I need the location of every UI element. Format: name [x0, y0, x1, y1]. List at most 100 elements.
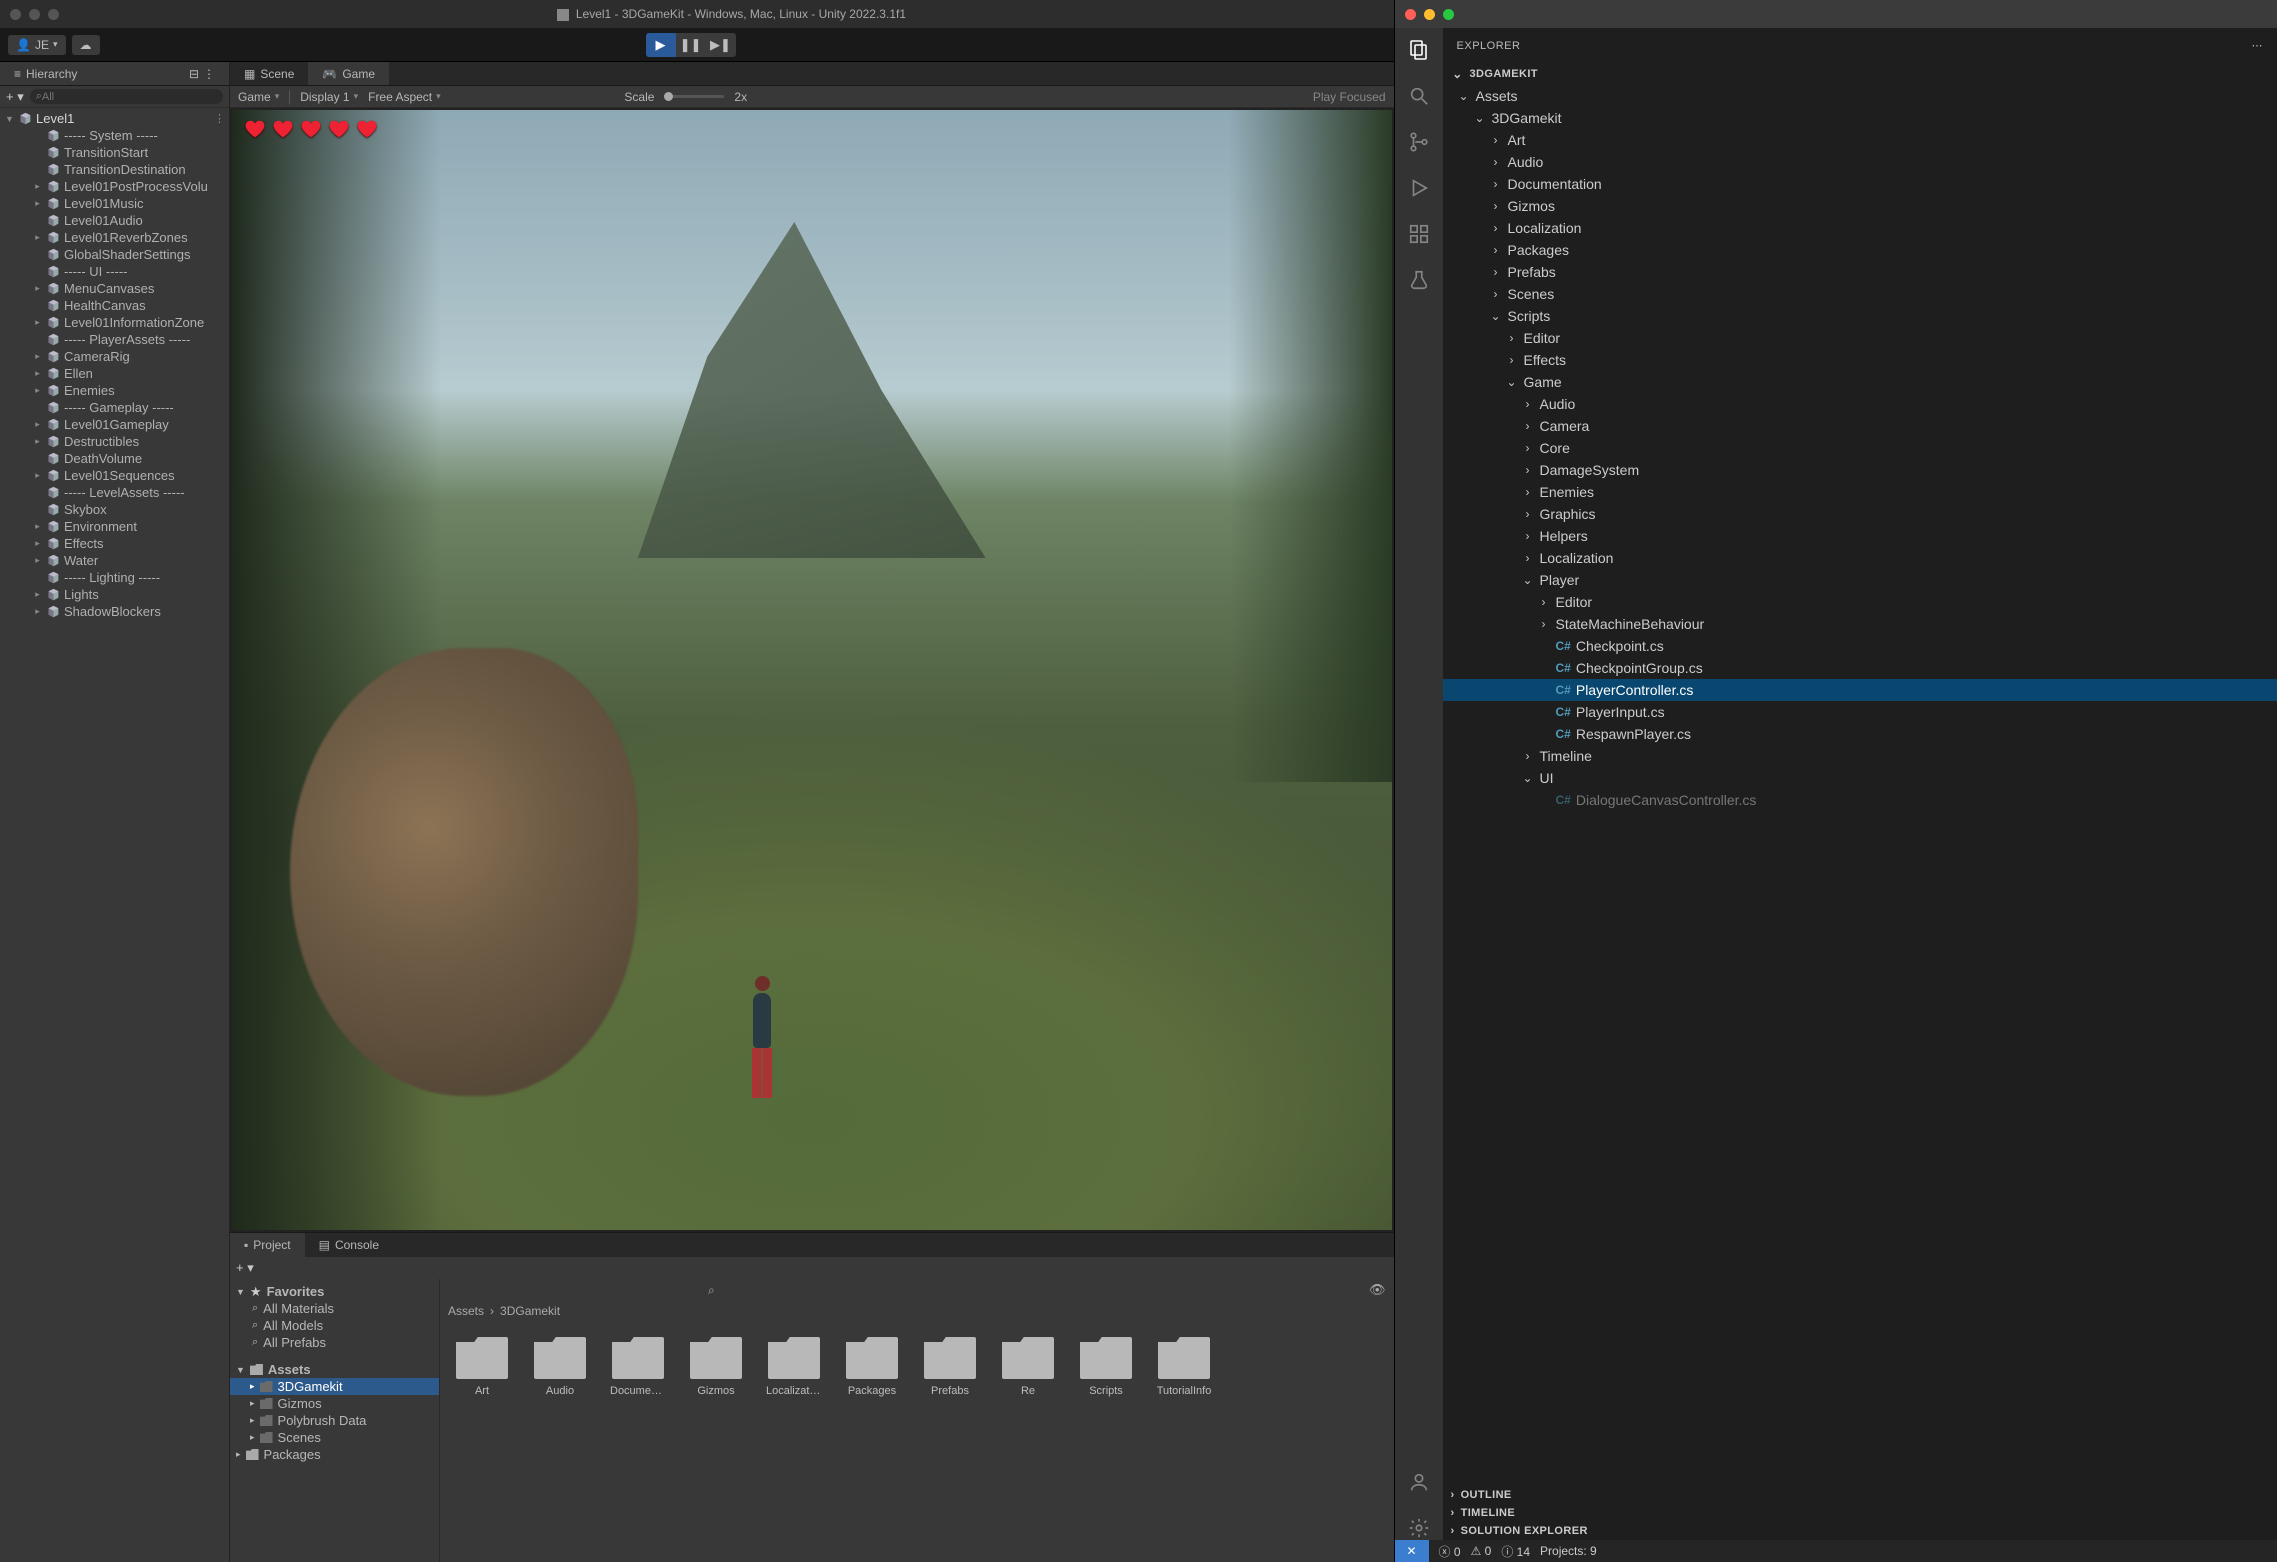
hierarchy-item[interactable]: ----- Gameplay -----: [0, 399, 229, 416]
search-icon[interactable]: ⌕: [708, 1283, 715, 1298]
hierarchy-item[interactable]: ----- UI -----: [0, 263, 229, 280]
hierarchy-item[interactable]: GlobalShaderSettings: [0, 246, 229, 263]
hierarchy-item[interactable]: Skybox: [0, 501, 229, 518]
project-folder[interactable]: Localization: [766, 1337, 822, 1397]
hierarchy-item[interactable]: ▸Level01ReverbZones: [0, 229, 229, 246]
hierarchy-item[interactable]: ----- PlayerAssets -----: [0, 331, 229, 348]
explorer-tree-item[interactable]: ›Packages: [1443, 239, 2277, 261]
project-folder[interactable]: Packages: [844, 1337, 900, 1397]
close-dot[interactable]: [1405, 9, 1416, 20]
more-icon[interactable]: ⋯: [2252, 39, 2264, 52]
explorer-tree-item[interactable]: ›Effects: [1443, 349, 2277, 371]
hierarchy-collapse-icon[interactable]: ⊟: [189, 67, 199, 81]
game-tab[interactable]: 🎮Game: [308, 62, 389, 85]
outline-section[interactable]: ›OUTLINE: [1443, 1486, 2277, 1504]
account-icon[interactable]: [1407, 1470, 1431, 1494]
explorer-tree-item[interactable]: C#RespawnPlayer.cs: [1443, 723, 2277, 745]
explorer-tree-item[interactable]: ›Localization: [1443, 217, 2277, 239]
explorer-root[interactable]: ⌄3DGAMEKIT: [1443, 63, 2277, 85]
project-folder[interactable]: Audio: [532, 1337, 588, 1397]
hierarchy-item[interactable]: ▸ShadowBlockers: [0, 603, 229, 620]
hierarchy-item[interactable]: HealthCanvas: [0, 297, 229, 314]
hierarchy-item[interactable]: ▸CameraRig: [0, 348, 229, 365]
info-count[interactable]: ⓘ 14: [1501, 1543, 1530, 1560]
project-folder[interactable]: Gizmos: [688, 1337, 744, 1397]
favorite-item[interactable]: ⌕All Models: [230, 1317, 439, 1334]
minimize-dot[interactable]: [1424, 9, 1435, 20]
breadcrumb[interactable]: Assets›3DGamekit: [440, 1301, 1394, 1321]
explorer-tree-item[interactable]: ›Camera: [1443, 415, 2277, 437]
zoom-dot[interactable]: [1443, 9, 1454, 20]
cloud-button[interactable]: ☁: [72, 35, 100, 55]
explorer-tree-item[interactable]: ⌄Game: [1443, 371, 2277, 393]
explorer-tree-item[interactable]: ›Prefabs: [1443, 261, 2277, 283]
hierarchy-item[interactable]: ▸MenuCanvases: [0, 280, 229, 297]
assets-tree-item[interactable]: ▸3DGamekit: [230, 1378, 439, 1395]
minimize-dot[interactable]: [29, 9, 40, 20]
assets-tree-item[interactable]: ▸Scenes: [230, 1429, 439, 1446]
explorer-tree-item[interactable]: ›Audio: [1443, 151, 2277, 173]
game-viewport[interactable]: [230, 108, 1394, 1232]
hierarchy-tab[interactable]: ≡ Hierarchy ⊟ ⋮: [0, 62, 229, 85]
hierarchy-item[interactable]: ----- LevelAssets -----: [0, 484, 229, 501]
explorer-tree-item[interactable]: ›Editor: [1443, 327, 2277, 349]
explorer-tree-item[interactable]: C#CheckpointGroup.cs: [1443, 657, 2277, 679]
project-add-button[interactable]: + ▾: [236, 1260, 254, 1276]
explorer-tree-item[interactable]: C#PlayerInput.cs: [1443, 701, 2277, 723]
explorer-tree-item[interactable]: ›DamageSystem: [1443, 459, 2277, 481]
console-tab[interactable]: ▤Console: [305, 1233, 393, 1257]
account-button[interactable]: 👤 JE ▾: [8, 35, 66, 55]
run-debug-icon[interactable]: [1407, 176, 1431, 200]
aspect-dropdown[interactable]: Free Aspect▾: [368, 90, 441, 104]
add-button[interactable]: + ▾: [6, 89, 24, 105]
explorer-tree-item[interactable]: ›Scenes: [1443, 283, 2277, 305]
hierarchy-item[interactable]: ▸Level01Music: [0, 195, 229, 212]
zoom-dot[interactable]: [48, 9, 59, 20]
play-focused-dropdown[interactable]: Play Focused: [1313, 90, 1386, 104]
hierarchy-item[interactable]: ▸Water: [0, 552, 229, 569]
hierarchy-item[interactable]: ▸Level01Gameplay: [0, 416, 229, 433]
explorer-tree-item[interactable]: C#PlayerController.cs: [1443, 679, 2277, 701]
hierarchy-item[interactable]: ▸Environment: [0, 518, 229, 535]
explorer-tree-item[interactable]: ›Documentation: [1443, 173, 2277, 195]
project-folder[interactable]: Re: [1000, 1337, 1056, 1397]
hierarchy-item-menu-icon[interactable]: ⋮: [214, 112, 225, 125]
solution-explorer-section[interactable]: ›SOLUTION EXPLORER: [1443, 1522, 2277, 1540]
hierarchy-menu-icon[interactable]: ⋮: [203, 67, 215, 81]
project-folder[interactable]: Prefabs: [922, 1337, 978, 1397]
source-control-icon[interactable]: [1407, 130, 1431, 154]
explorer-tree-item[interactable]: ›Enemies: [1443, 481, 2277, 503]
project-folder[interactable]: TutorialInfo: [1156, 1337, 1212, 1397]
display-dropdown[interactable]: Display 1▾: [300, 90, 358, 104]
explorer-tree-item[interactable]: ›Core: [1443, 437, 2277, 459]
explorer-tree-item[interactable]: ›Editor: [1443, 591, 2277, 613]
explorer-tree-item[interactable]: ›Graphics: [1443, 503, 2277, 525]
explorer-tree-item[interactable]: ›Audio: [1443, 393, 2277, 415]
project-tab[interactable]: ▪Project: [230, 1233, 305, 1257]
explorer-icon[interactable]: [1407, 38, 1431, 62]
explorer-tree-item[interactable]: ⌄UI: [1443, 767, 2277, 789]
explorer-tree-item[interactable]: ⌄Assets: [1443, 85, 2277, 107]
search-icon[interactable]: [1407, 84, 1431, 108]
hierarchy-item[interactable]: ▸Effects: [0, 535, 229, 552]
hierarchy-item[interactable]: ----- System -----: [0, 127, 229, 144]
hierarchy-item[interactable]: ▸Level01InformationZone: [0, 314, 229, 331]
errors-count[interactable]: ⓧ 0: [1439, 1543, 1461, 1560]
projects-count[interactable]: Projects: 9: [1540, 1544, 1597, 1558]
hierarchy-item[interactable]: ▸Ellen: [0, 365, 229, 382]
hierarchy-item[interactable]: ▸Level01PostProcessVolu: [0, 178, 229, 195]
project-folder[interactable]: Art: [454, 1337, 510, 1397]
close-dot[interactable]: [10, 9, 21, 20]
scale-slider[interactable]: [664, 95, 724, 98]
remote-indicator[interactable]: ✕: [1395, 1540, 1429, 1562]
assets-tree-item[interactable]: ▸Polybrush Data: [230, 1412, 439, 1429]
hierarchy-item[interactable]: ▸Destructibles: [0, 433, 229, 450]
packages-header[interactable]: ▸Packages: [230, 1446, 439, 1463]
hierarchy-item[interactable]: ▸Level01Sequences: [0, 467, 229, 484]
play-button[interactable]: ▶: [646, 33, 676, 57]
explorer-tree-item[interactable]: ›Localization: [1443, 547, 2277, 569]
explorer-tree-item[interactable]: ⌄Scripts: [1443, 305, 2277, 327]
settings-icon[interactable]: [1407, 1516, 1431, 1540]
hierarchy-root[interactable]: ▼Level1⋮: [0, 110, 229, 127]
favorite-item[interactable]: ⌕All Prefabs: [230, 1334, 439, 1351]
